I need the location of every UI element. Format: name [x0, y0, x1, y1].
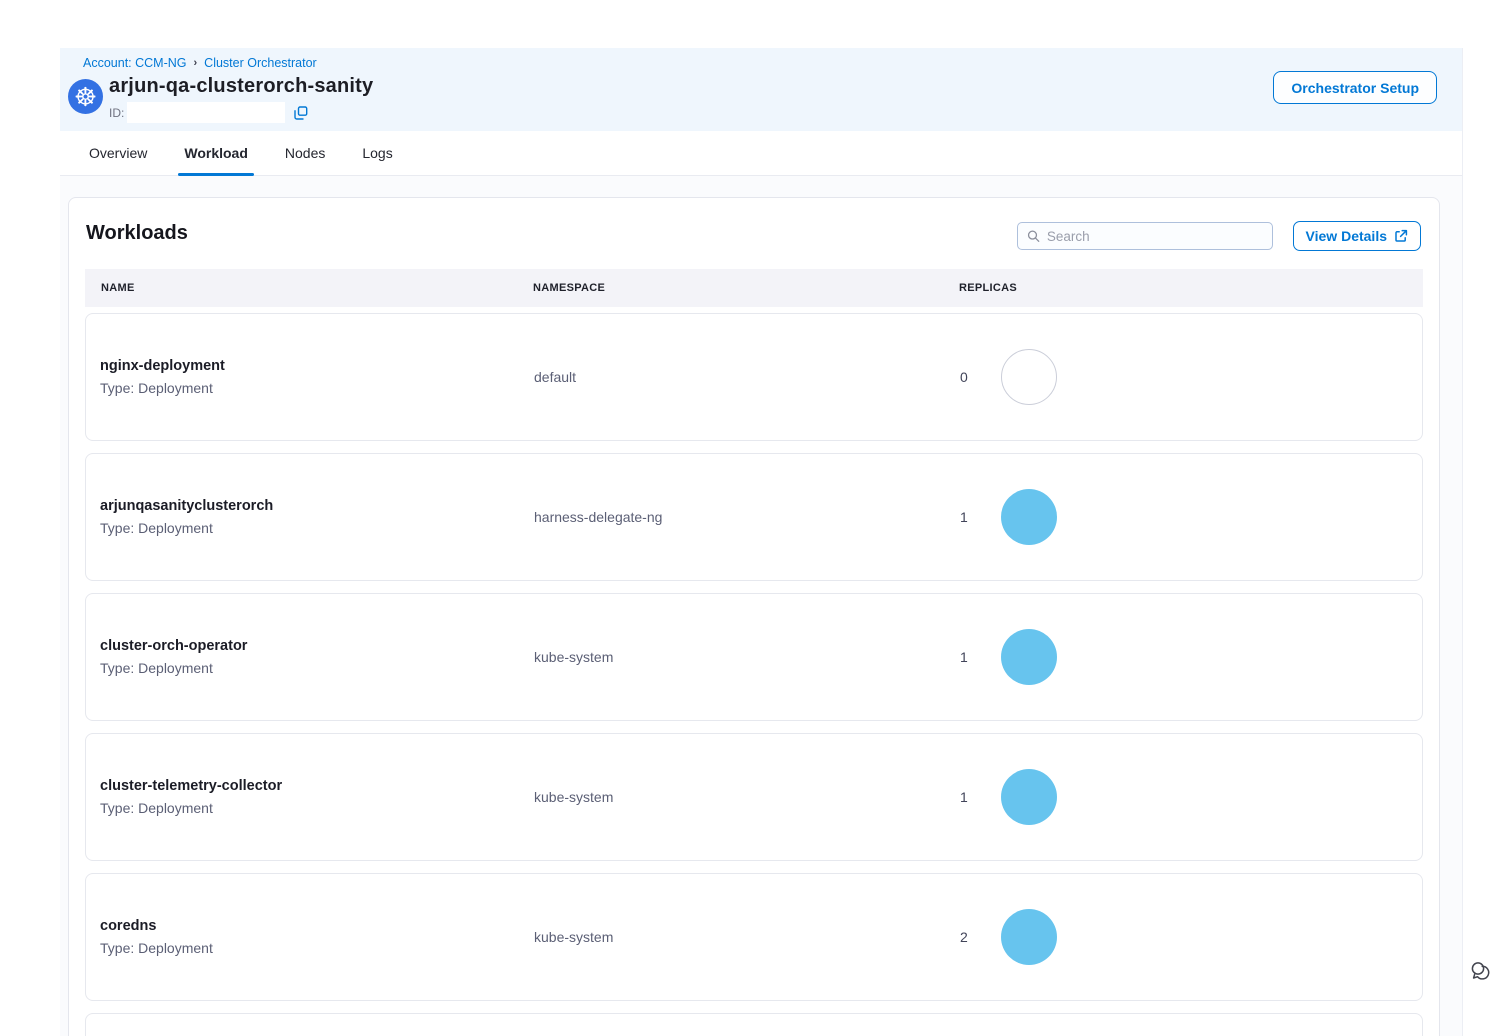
breadcrumb-account-link[interactable]: Account: CCM-NG [83, 56, 187, 70]
workload-namespace: kube-system [534, 929, 613, 945]
cluster-id-row: ID: [109, 102, 308, 123]
workload-name: cluster-telemetry-collector [100, 778, 282, 794]
workload-name: coredns [100, 918, 213, 934]
workloads-card-header: Workloads View Details [69, 198, 1439, 269]
cluster-orchestrator-app: Account: CCM-NG › Cluster Orchestrator ☸… [60, 48, 1463, 1036]
cluster-id-label: ID: [109, 106, 124, 120]
workload-type: Type: Deployment [100, 940, 213, 956]
workload-replicas-cell: 1 [960, 629, 1057, 685]
workload-namespace: harness-delegate-ng [534, 509, 662, 525]
workload-namespace: kube-system [534, 789, 613, 805]
page-title: arjun-qa-clusterorch-sanity [109, 75, 373, 98]
external-link-icon [1394, 229, 1408, 243]
breadcrumb-section-link[interactable]: Cluster Orchestrator [204, 56, 317, 70]
view-details-button[interactable]: View Details [1293, 221, 1421, 251]
workload-name-cell: cluster-orch-operator Type: Deployment [100, 638, 247, 676]
table-row[interactable]: cluster-orch-operator Type: Deployment k… [85, 593, 1423, 721]
column-header-namespace: NAMESPACE [533, 282, 605, 294]
workload-type: Type: Deployment [100, 660, 247, 676]
kubernetes-wheel-glyph: ☸ [74, 84, 97, 110]
table-row[interactable]: coredns Type: Deployment kube-system 2 [85, 873, 1423, 1001]
tab-logs[interactable]: Logs [356, 131, 398, 175]
replicas-count: 2 [960, 929, 1001, 945]
workload-namespace: default [534, 369, 576, 385]
workload-namespace: kube-system [534, 649, 613, 665]
cluster-id-value-redacted [127, 102, 285, 123]
replicas-count: 1 [960, 509, 1001, 525]
replicas-count: 1 [960, 789, 1001, 805]
page-body: Workloads View Details [60, 176, 1462, 1036]
page: Account: CCM-NG › Cluster Orchestrator ☸… [0, 0, 1502, 1036]
workload-name-cell: nginx-deployment Type: Deployment [100, 358, 225, 396]
breadcrumb-separator-icon: › [194, 57, 198, 69]
copy-icon [294, 106, 308, 120]
table-row[interactable]: arjunqasanityclusterorch Type: Deploymen… [85, 453, 1423, 581]
replicas-count: 0 [960, 369, 1001, 385]
column-header-name: NAME [101, 282, 135, 294]
table-row[interactable]: cluster-telemetry-collector Type: Deploy… [85, 733, 1423, 861]
page-header: Account: CCM-NG › Cluster Orchestrator ☸… [60, 48, 1462, 131]
table-row[interactable]: nginx-deployment Type: Deployment defaul… [85, 313, 1423, 441]
workload-name: cluster-orch-operator [100, 638, 247, 654]
replicas-count: 1 [960, 649, 1001, 665]
workloads-title: Workloads [86, 222, 188, 245]
workload-name: arjunqasanityclusterorch [100, 498, 273, 514]
workload-type: Type: Deployment [100, 380, 225, 396]
chat-help-button[interactable] [1467, 957, 1495, 985]
breadcrumb: Account: CCM-NG › Cluster Orchestrator [83, 56, 317, 70]
orchestrator-setup-button[interactable]: Orchestrator Setup [1273, 71, 1437, 104]
tab-nodes[interactable]: Nodes [279, 131, 331, 175]
tab-bar: Overview Workload Nodes Logs [60, 131, 1462, 176]
workload-replicas-cell: 2 [960, 909, 1057, 965]
search-icon [1027, 229, 1040, 243]
workload-type: Type: Deployment [100, 800, 282, 816]
replicas-indicator [1001, 489, 1057, 545]
table-row-partial[interactable] [85, 1013, 1423, 1036]
replicas-indicator [1001, 629, 1057, 685]
table-header: NAME NAMESPACE REPLICAS [85, 269, 1423, 307]
workloads-search[interactable] [1017, 222, 1273, 250]
chat-bubbles-icon [1467, 957, 1495, 985]
search-input[interactable] [1047, 229, 1263, 244]
replicas-indicator [1001, 349, 1057, 405]
workload-name-cell: arjunqasanityclusterorch Type: Deploymen… [100, 498, 273, 536]
workload-name-cell: cluster-telemetry-collector Type: Deploy… [100, 778, 282, 816]
column-header-replicas: REPLICAS [959, 282, 1017, 294]
replicas-indicator [1001, 909, 1057, 965]
copy-id-button[interactable] [294, 106, 308, 120]
workload-name: nginx-deployment [100, 358, 225, 374]
replicas-indicator [1001, 769, 1057, 825]
workload-replicas-cell: 0 [960, 349, 1057, 405]
tab-overview[interactable]: Overview [83, 131, 153, 175]
tab-workload[interactable]: Workload [178, 131, 254, 175]
workload-replicas-cell: 1 [960, 489, 1057, 545]
workload-type: Type: Deployment [100, 520, 273, 536]
workloads-card: Workloads View Details [68, 197, 1440, 1036]
workload-rows: nginx-deployment Type: Deployment defaul… [85, 313, 1423, 1036]
workload-name-cell: coredns Type: Deployment [100, 918, 213, 956]
kubernetes-icon: ☸ [68, 79, 103, 114]
view-details-label: View Details [1306, 228, 1387, 244]
workload-replicas-cell: 1 [960, 769, 1057, 825]
